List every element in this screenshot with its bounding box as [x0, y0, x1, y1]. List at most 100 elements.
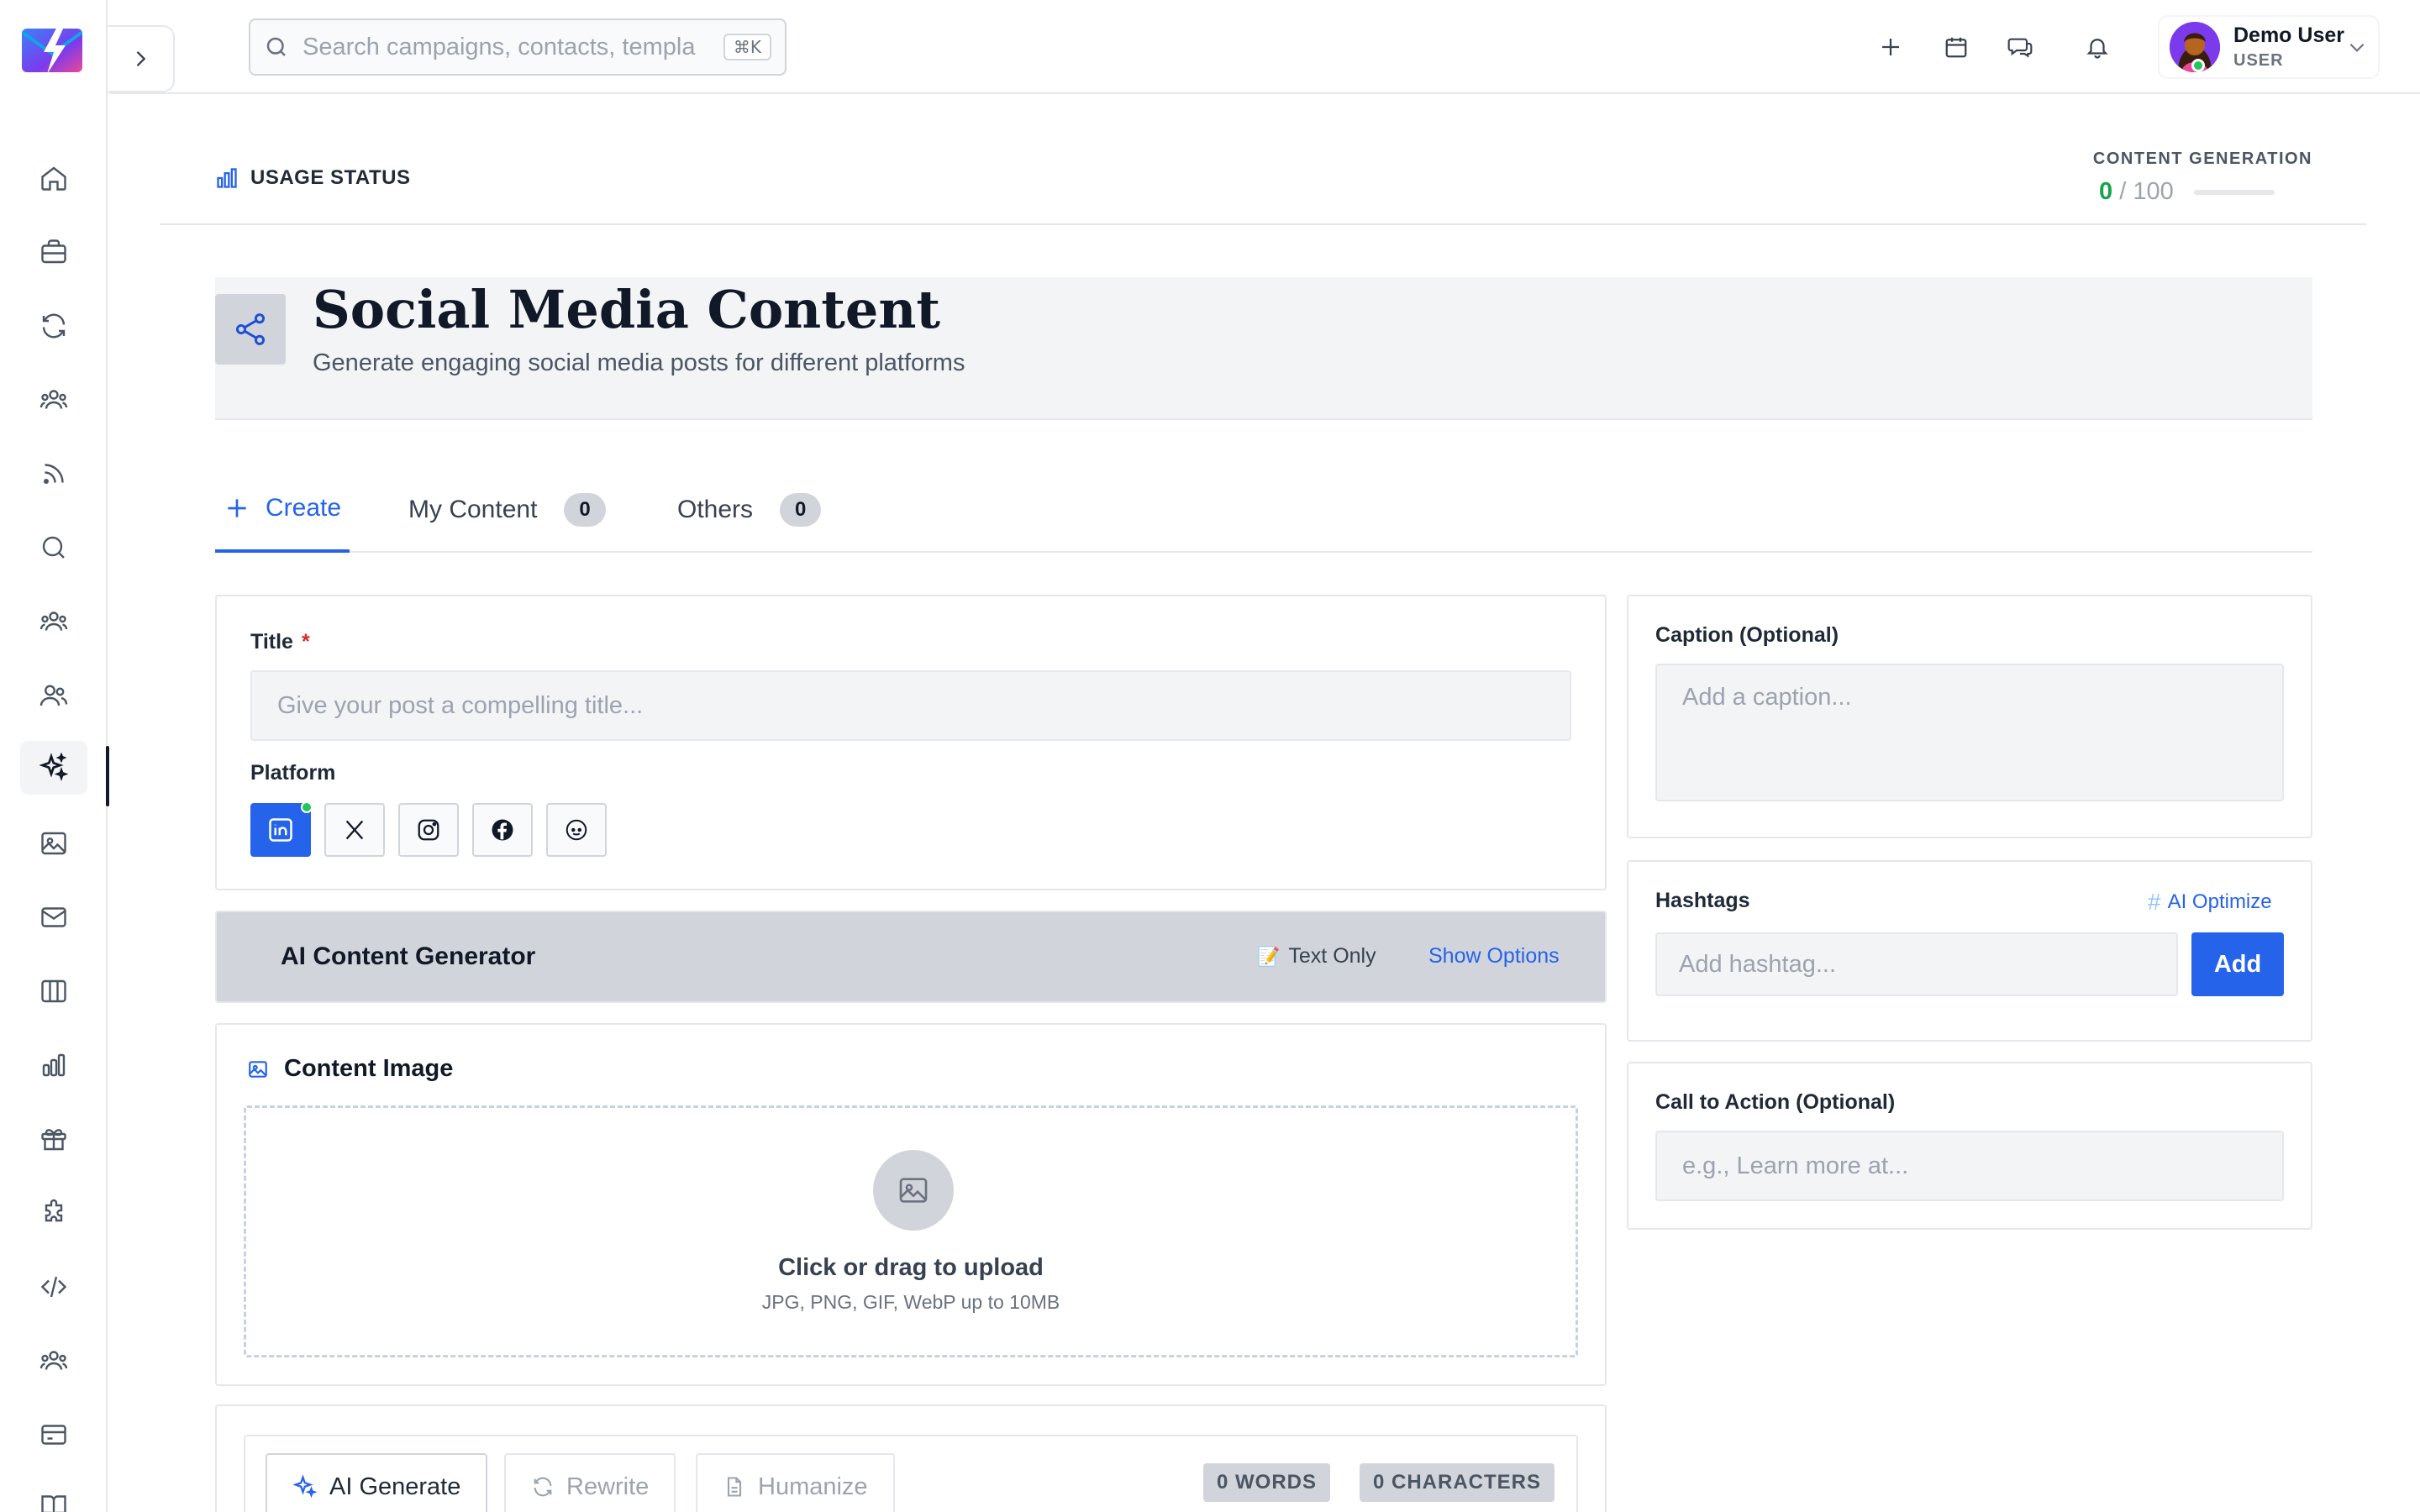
gift-icon[interactable] [20, 1112, 87, 1166]
title-label: Title * [250, 630, 310, 654]
tab-count-badge: 0 [780, 493, 822, 527]
rewrite-label: Rewrite [566, 1473, 650, 1500]
platform-label: Platform [250, 761, 336, 785]
show-options-link[interactable]: Show Options [1428, 944, 1560, 969]
page-title: Social Media Content [313, 279, 941, 340]
page-header: Social Media Content Generate engaging s… [215, 277, 2312, 420]
refresh-icon[interactable] [20, 299, 87, 353]
share-icon [215, 294, 286, 365]
app-logo[interactable] [22, 27, 82, 74]
required-marker: * [301, 630, 310, 654]
ai-generate-button[interactable]: AI Generate [266, 1453, 488, 1512]
usage-status-text: USAGE STATUS [250, 166, 411, 189]
sidebar [0, 0, 109, 1512]
platform-instagram-button[interactable] [398, 803, 459, 857]
users-group-icon[interactable] [20, 373, 87, 427]
ai-mode-text: Text Only [1288, 944, 1376, 968]
document-icon [727, 1477, 742, 1497]
plus-icon[interactable] [1867, 24, 1914, 71]
usage-progress-bar [2193, 189, 2275, 195]
content-tabs: Create My Content 0 Others 0 [215, 467, 2312, 553]
hashtags-label: Hashtags [1655, 889, 1750, 912]
upload-image-icon [873, 1150, 954, 1231]
users-icon[interactable] [20, 669, 87, 722]
platform-linkedin-button[interactable] [250, 801, 313, 857]
chevron-down-icon [2349, 43, 2365, 52]
columns-icon[interactable] [20, 964, 87, 1018]
cta-placeholder: e.g., Learn more at... [1682, 1152, 1909, 1179]
tab-label: Others [677, 496, 754, 523]
sparkles-icon [292, 1474, 318, 1499]
bar-chart-icon[interactable] [20, 1038, 87, 1092]
code-icon[interactable] [20, 1260, 87, 1314]
reddit-icon [566, 819, 587, 841]
keyboard-shortcut-badge: ⌘K [723, 34, 771, 60]
search-icon [266, 37, 286, 56]
calendar-icon[interactable] [1933, 24, 1980, 71]
ai-optimize-button[interactable]: # AI Optimize [2148, 889, 2272, 916]
upload-title: Click or drag to upload [778, 1254, 1044, 1281]
tab-count-badge: 0 [564, 493, 606, 527]
tab-create[interactable]: Create [215, 467, 350, 553]
image-upload-dropzone[interactable]: Click or drag to upload JPG, PNG, GIF, W… [244, 1105, 1578, 1357]
humanize-button[interactable]: Humanize [696, 1453, 895, 1512]
hashtag-input[interactable]: Add hashtag... [1655, 932, 2178, 996]
ai-generate-label: AI Generate [329, 1473, 461, 1500]
home-icon[interactable] [20, 151, 87, 205]
active-indicator [106, 746, 109, 806]
bell-icon[interactable] [2074, 24, 2121, 71]
chat-icon[interactable] [1996, 24, 2044, 71]
user-menu[interactable]: Demo User USER [2158, 15, 2380, 79]
title-label-text: Title [250, 630, 293, 654]
instagram-icon [418, 819, 439, 841]
mail-icon[interactable] [20, 890, 87, 944]
user-name: Demo User [2233, 24, 2344, 47]
platform-x-button[interactable] [324, 803, 385, 857]
cta-input[interactable]: e.g., Learn more at... [1655, 1131, 2284, 1201]
character-count-badge: 0 CHARACTERS [1360, 1463, 1555, 1502]
ai-content-generator-panel[interactable]: AI Content Generator 📝 Text Only Show Op… [215, 911, 1607, 1003]
rewrite-button[interactable]: Rewrite [504, 1453, 676, 1512]
chevron-right-icon [136, 51, 146, 66]
tab-label: My Content [408, 496, 538, 523]
memo-icon: 📝 [1257, 945, 1281, 967]
sidebar-toggle-button[interactable] [108, 25, 175, 92]
title-placeholder: Give your post a compelling title... [277, 691, 644, 719]
tab-others[interactable]: Others 0 [677, 467, 822, 553]
content-image-title: Content Image [284, 1055, 454, 1082]
user-role: USER [2233, 51, 2284, 70]
caption-placeholder: Add a caption... [1682, 684, 1852, 711]
ai-mode-indicator: 📝 Text Only [1257, 944, 1376, 969]
sparkles-icon[interactable] [20, 741, 109, 806]
search-icon[interactable] [20, 521, 87, 575]
puzzle-icon[interactable] [20, 1186, 87, 1240]
refresh-icon [534, 1477, 552, 1497]
usage-status-label: USAGE STATUS [215, 166, 410, 190]
platform-facebook-button[interactable] [472, 803, 533, 857]
platform-reddit-button[interactable] [546, 803, 607, 857]
cta-label: Call to Action (Optional) [1655, 1090, 1896, 1114]
facebook-icon [492, 819, 513, 841]
content-image-header: Content Image [247, 1055, 453, 1083]
online-status-dot [2191, 59, 2205, 72]
usage-used: 0 [2099, 178, 2113, 205]
users-group-icon[interactable] [20, 1334, 87, 1388]
credit-card-icon[interactable] [20, 1408, 87, 1462]
briefcase-icon[interactable] [20, 225, 87, 279]
usage-limit: / 100 [2119, 178, 2174, 205]
image-icon[interactable] [20, 816, 87, 870]
tab-my-content[interactable]: My Content 0 [408, 467, 606, 553]
content-generation-count: 0 / 100 [2099, 178, 2275, 206]
users-group-icon[interactable] [20, 595, 87, 648]
usage-status-bar [160, 126, 2366, 225]
image-icon [249, 1060, 267, 1078]
title-input[interactable]: Give your post a compelling title... [250, 670, 1571, 741]
add-hashtag-button[interactable]: Add [2191, 932, 2284, 996]
ai-generator-title: AI Content Generator [281, 942, 536, 970]
linkedin-icon [269, 818, 292, 842]
selected-indicator [301, 801, 313, 813]
search-input[interactable]: Search campaigns, contacts, templa ⌘K [249, 18, 786, 76]
book-icon[interactable] [20, 1478, 87, 1512]
rss-icon[interactable] [20, 447, 87, 501]
caption-textarea[interactable]: Add a caption... [1655, 664, 2284, 801]
